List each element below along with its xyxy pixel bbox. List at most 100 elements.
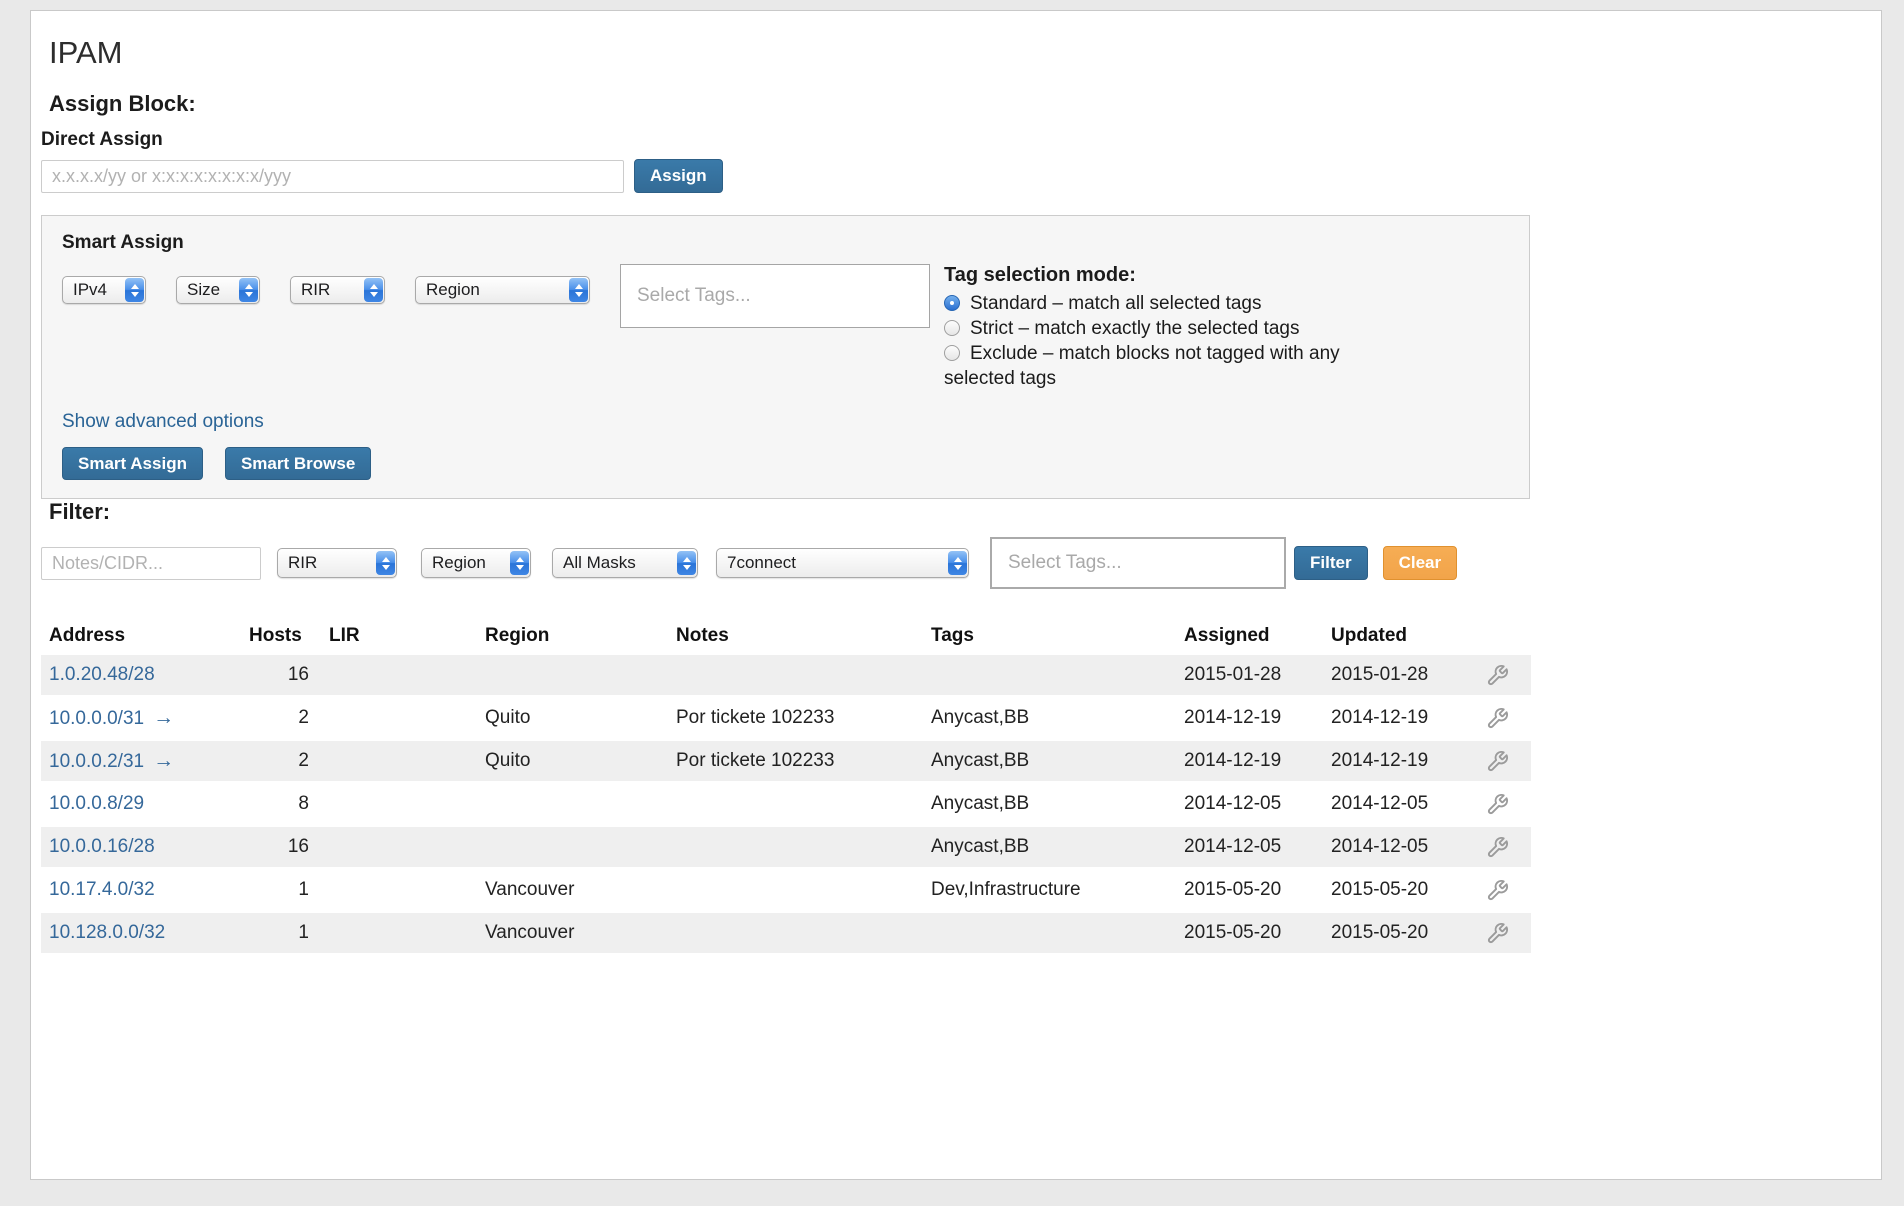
ipam-table-header: Address Hosts LIR Region Notes Tags Assi… (41, 617, 1531, 655)
tag-selection-mode-group: Tag selection mode: Standard – match all… (944, 264, 1344, 391)
wrench-icon[interactable] (1486, 707, 1509, 730)
wrench-icon[interactable] (1486, 836, 1509, 859)
radio-exclude[interactable] (944, 345, 960, 361)
column-header-tags: Tags (923, 625, 1176, 647)
chevron-updown-icon (239, 278, 258, 302)
assigned-cell: 2015-05-20 (1176, 922, 1323, 944)
wrench-icon[interactable] (1486, 922, 1509, 945)
smart-size-select[interactable]: Size (176, 276, 260, 304)
region-cell: Vancouver (477, 879, 668, 901)
smart-assign-selects: IPv4 Size RIR Region (62, 276, 590, 304)
hosts-cell: 16 (241, 664, 321, 686)
assigned-cell: 2014-12-19 (1176, 707, 1323, 729)
ipam-table-body: 1.0.20.48/28→ 16 2015-01-28 2015-01-28 1… (41, 655, 1531, 953)
smart-ip-version-select[interactable]: IPv4 (62, 276, 146, 304)
smart-tags-placeholder: Select Tags... (637, 285, 751, 307)
tag-mode-option-exclude: Exclude – match blocks not tagged with a… (944, 341, 1344, 391)
filter-tags-input[interactable]: Select Tags... (990, 537, 1286, 589)
hosts-cell: 16 (241, 836, 321, 858)
address-link[interactable]: 10.128.0.0/32 (49, 922, 165, 943)
tag-mode-exclude-label: Exclude – match blocks not tagged with a… (944, 343, 1340, 389)
address-link[interactable]: 10.0.0.16/28 (49, 836, 155, 857)
filter-masks-value: All Masks (563, 553, 636, 573)
smart-assign-panel: Smart Assign IPv4 Size RIR Region (41, 215, 1530, 499)
chevron-updown-icon (569, 278, 588, 302)
region-cell: Vancouver (477, 922, 668, 944)
direct-assign-input[interactable] (41, 160, 624, 193)
smart-rir-value: RIR (301, 280, 330, 300)
direct-assign-section: Direct Assign Assign (41, 129, 1881, 193)
column-header-notes: Notes (668, 625, 923, 647)
smart-assign-button[interactable]: Smart Assign (62, 447, 203, 480)
tag-selection-mode-heading: Tag selection mode: (944, 264, 1344, 287)
table-row: 10.0.0.0/31→ 2 Quito Por tickete 102233 … (41, 698, 1531, 738)
hosts-cell: 1 (241, 879, 321, 901)
direct-assign-label: Direct Assign (41, 129, 1881, 151)
column-header-lir: LIR (321, 625, 477, 647)
smart-region-select[interactable]: Region (415, 276, 590, 304)
filter-resource-select[interactable]: 7connect (716, 548, 969, 578)
filter-button[interactable]: Filter (1294, 546, 1368, 580)
updated-cell: 2014-12-19 (1323, 707, 1463, 729)
hosts-cell: 1 (241, 922, 321, 944)
updated-cell: 2015-05-20 (1323, 879, 1463, 901)
tag-mode-standard-label: Standard – match all selected tags (970, 293, 1262, 314)
smart-tags-input[interactable]: Select Tags... (620, 264, 930, 328)
filter-notes-input[interactable] (41, 547, 261, 580)
filter-resource-value: 7connect (727, 553, 796, 573)
notes-cell: Por tickete 102233 (668, 707, 923, 729)
hosts-cell: 2 (241, 750, 321, 772)
filter-rir-select[interactable]: RIR (277, 548, 397, 578)
assign-block-heading: Assign Block: (49, 91, 1881, 117)
address-link[interactable]: 10.0.0.2/31 (49, 751, 144, 772)
column-header-assigned: Assigned (1176, 625, 1323, 647)
filter-masks-select[interactable]: All Masks (552, 548, 698, 578)
smart-region-value: Region (426, 280, 480, 300)
filter-rir-value: RIR (288, 553, 317, 573)
updated-cell: 2014-12-05 (1323, 793, 1463, 815)
smart-browse-button[interactable]: Smart Browse (225, 447, 371, 480)
region-cell: Quito (477, 707, 668, 729)
hosts-cell: 8 (241, 793, 321, 815)
updated-cell: 2014-12-19 (1323, 750, 1463, 772)
table-row: 10.0.0.16/28→ 16 Anycast,BB 2014-12-05 2… (41, 827, 1531, 867)
notes-cell: Por tickete 102233 (668, 750, 923, 772)
updated-cell: 2014-12-05 (1323, 836, 1463, 858)
wrench-icon[interactable] (1486, 793, 1509, 816)
radio-strict[interactable] (944, 320, 960, 336)
chevron-updown-icon (510, 551, 529, 575)
smart-rir-select[interactable]: RIR (290, 276, 385, 304)
wrench-icon[interactable] (1486, 750, 1509, 773)
address-link[interactable]: 1.0.20.48/28 (49, 664, 155, 685)
show-advanced-options-link[interactable]: Show advanced options (62, 411, 264, 433)
tags-cell: Anycast,BB (923, 793, 1176, 815)
assigned-cell: 2014-12-19 (1176, 750, 1323, 772)
table-row: 10.17.4.0/32→ 1 Vancouver Dev,Infrastruc… (41, 870, 1531, 910)
table-row: 10.128.0.0/32→ 1 Vancouver 2015-05-20 20… (41, 913, 1531, 953)
assign-arrow-icon[interactable]: → (153, 706, 174, 729)
chevron-updown-icon (125, 278, 144, 302)
tag-mode-option-strict: Strict – match exactly the selected tags (944, 316, 1344, 341)
smart-ip-version-value: IPv4 (73, 280, 107, 300)
wrench-icon[interactable] (1486, 664, 1509, 687)
assign-arrow-icon[interactable]: → (153, 749, 174, 772)
table-row: 10.0.0.2/31→ 2 Quito Por tickete 102233 … (41, 741, 1531, 781)
tag-mode-strict-label: Strict – match exactly the selected tags (970, 318, 1300, 339)
region-cell: Quito (477, 750, 668, 772)
address-link[interactable]: 10.17.4.0/32 (49, 879, 155, 900)
clear-button[interactable]: Clear (1383, 546, 1458, 580)
column-header-hosts: Hosts (241, 625, 321, 647)
tags-cell: Anycast,BB (923, 750, 1176, 772)
assign-button[interactable]: Assign (634, 159, 723, 193)
address-link[interactable]: 10.0.0.0/31 (49, 708, 144, 729)
column-header-updated: Updated (1323, 625, 1463, 647)
chevron-updown-icon (364, 278, 383, 302)
updated-cell: 2015-05-20 (1323, 922, 1463, 944)
filter-heading: Filter: (49, 499, 1881, 525)
filter-region-select[interactable]: Region (421, 548, 531, 578)
tags-cell: Anycast,BB (923, 707, 1176, 729)
radio-standard[interactable] (944, 295, 960, 311)
wrench-icon[interactable] (1486, 879, 1509, 902)
address-link[interactable]: 10.0.0.8/29 (49, 793, 144, 814)
filter-region-value: Region (432, 553, 486, 573)
